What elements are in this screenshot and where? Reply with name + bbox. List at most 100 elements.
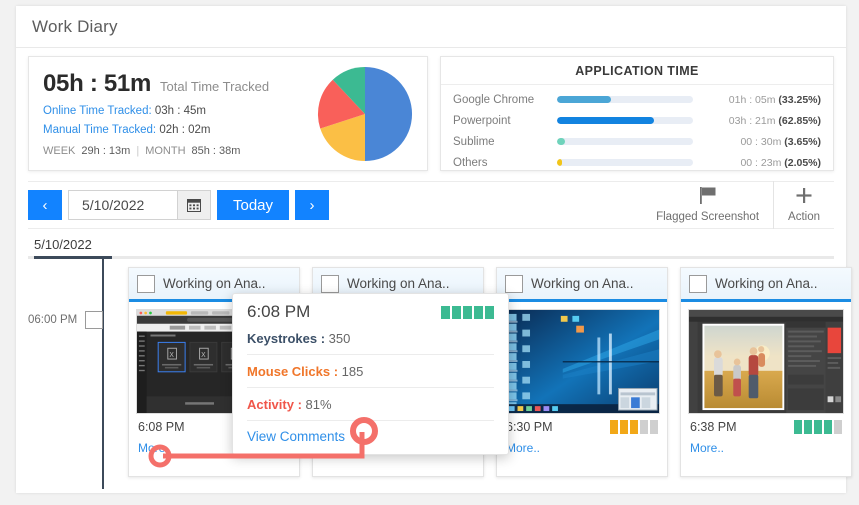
month-label: MONTH: [145, 145, 186, 157]
screenshot-select-checkbox[interactable]: [689, 274, 707, 293]
popup-activity-bar: [452, 305, 461, 319]
pie-slice-online-tracked: [365, 66, 413, 161]
screenshot-time: 6:08 PM: [138, 420, 185, 434]
calendar-icon[interactable]: [177, 191, 210, 219]
screenshot-more-link[interactable]: More..: [690, 441, 842, 455]
flagged-screenshot-button[interactable]: Flagged Screenshot: [642, 181, 773, 229]
activity-bar: [834, 420, 842, 434]
timeline-axis: [102, 259, 104, 489]
prev-day-button[interactable]: ‹: [28, 190, 62, 220]
screenshot-select-checkbox[interactable]: [137, 274, 155, 293]
popup-activity-bar: [485, 305, 494, 319]
application-bar-track: [557, 138, 693, 145]
screenshot-select-checkbox[interactable]: [505, 274, 523, 293]
view-comments-link[interactable]: View Comments: [247, 421, 494, 444]
page-header: Work Diary: [16, 6, 846, 48]
time-pie-chart: [313, 66, 417, 162]
date-input[interactable]: 5/10/2022: [69, 197, 177, 213]
timeline-hour-checkbox[interactable]: [85, 311, 104, 329]
application-percent: (33.25%): [778, 93, 821, 106]
popup-activity-row: Activity : 81%: [247, 388, 494, 421]
thumbnail-photo-editor: [689, 310, 843, 413]
calendar-icon-svg: [187, 199, 201, 212]
screenshot-footer-top: 6:38 PM: [690, 420, 842, 434]
next-day-button[interactable]: ›: [295, 190, 330, 220]
application-bar-track: [557, 117, 693, 124]
screenshot-detail-popup: 6:08 PM Keystrokes : 350 Mouse Clicks : …: [232, 293, 509, 455]
week-value: 29h : 13m: [81, 145, 131, 157]
screenshot-card-header: Working on Ana..: [497, 268, 667, 302]
app-root: Work Diary 05h : 51m Total Time Tracked …: [0, 0, 859, 505]
screenshot-select-checkbox[interactable]: [321, 274, 339, 293]
application-percent: (62.85%): [778, 114, 821, 127]
application-time-row: Others 00 : 23m (2.05%): [453, 152, 821, 173]
flagged-screenshot-label: Flagged Screenshot: [656, 211, 760, 223]
application-time-row: Google Chrome 01h : 05m (33.25%): [453, 89, 821, 110]
screenshot-card-header: Working on Ana..: [681, 268, 851, 302]
application-value: 00 : 23m (2.05%): [703, 157, 821, 169]
total-time-value: 05h : 51m: [43, 70, 152, 97]
screenshot-thumbnail[interactable]: [504, 309, 660, 414]
application-percent: (2.05%): [784, 156, 821, 169]
popup-clicks-value: 185: [341, 364, 364, 379]
action-label: Action: [788, 211, 820, 223]
screenshot-time: 6:30 PM: [506, 420, 553, 434]
activity-bar: [804, 420, 812, 434]
screenshot-card[interactable]: Working on Ana.. 6:38 PM More..: [680, 267, 852, 477]
application-duration: 00 : 23m: [740, 156, 782, 169]
day-group-header: 5/10/2022: [16, 229, 846, 256]
timeline-hour-tick: 06:00 PM: [28, 311, 104, 329]
popup-activity-label: Activity :: [247, 397, 302, 412]
popup-header: 6:08 PM: [247, 302, 494, 322]
popup-keystrokes-value: 350: [328, 331, 351, 346]
date-toolbar: ‹ 5/10/2022 Today › Flagged Screenshot A…: [28, 181, 834, 229]
manual-time-value: 02h : 02m: [159, 124, 211, 136]
manual-time-line: Manual Time Tracked: 02h : 02m: [43, 124, 313, 136]
screenshot-title: Working on Ana..: [347, 276, 450, 291]
popup-activity-bar: [463, 305, 472, 319]
online-time-line: Online Time Tracked: 03h : 45m: [43, 105, 313, 117]
application-duration: 01h : 05m: [728, 93, 776, 106]
screenshot-thumbnail[interactable]: [688, 309, 844, 414]
today-button[interactable]: Today: [217, 190, 290, 220]
screenshot-title: Working on Ana..: [163, 276, 266, 291]
activity-bar: [630, 420, 638, 434]
svg-text:X: X: [169, 352, 174, 359]
date-input-group[interactable]: 5/10/2022: [68, 190, 211, 220]
screenshot-card-footer: 6:38 PM More..: [681, 414, 851, 455]
timeline-hour-label: 06:00 PM: [28, 314, 78, 326]
pie-chart-svg: [317, 66, 413, 161]
screenshot-card-footer: 6:30 PM More..: [497, 414, 667, 455]
popup-activity-bar: [474, 305, 483, 319]
activity-bar: [650, 420, 658, 434]
application-name: Others: [453, 156, 488, 169]
screenshot-activity-bars: [794, 420, 842, 434]
toolbar-actions: Flagged Screenshot Action: [642, 181, 834, 229]
screenshot-time: 6:38 PM: [690, 420, 737, 434]
summary-row: 05h : 51m Total Time Tracked Online Time…: [16, 48, 846, 171]
screenshot-card[interactable]: Working on Ana.. 6:30 PM More..: [496, 267, 668, 477]
screenshot-activity-bars: [610, 420, 658, 434]
application-time-row: Sublime 00 : 30m (3.65%): [453, 131, 821, 152]
application-name: Google Chrome: [453, 93, 535, 106]
screenshot-more-link[interactable]: More..: [506, 441, 658, 455]
activity-bar: [794, 420, 802, 434]
flag-icon-svg: [699, 187, 716, 204]
application-bar-track: [557, 159, 693, 166]
application-value: 01h : 05m (33.25%): [703, 94, 821, 106]
application-time-card: APPLICATION TIME Google Chrome 01h : 05m …: [440, 56, 834, 171]
screenshot-footer-top: 6:30 PM: [506, 420, 658, 434]
application-bar-fill: [557, 117, 654, 124]
svg-text:X: X: [201, 352, 206, 359]
popup-activity-value: 81%: [305, 397, 332, 412]
week-month-separator: |: [136, 145, 140, 157]
week-month-line: WEEK 29h : 13m | MONTH 85h : 38m: [43, 145, 313, 157]
application-time-rows: Google Chrome 01h : 05m (33.25%) Powerpoin…: [441, 85, 833, 173]
time-summary-card: 05h : 51m Total Time Tracked Online Time…: [28, 56, 428, 171]
application-bar-fill: [557, 96, 612, 103]
plus-icon: [795, 187, 813, 208]
action-button[interactable]: Action: [773, 181, 834, 229]
total-time-line: 05h : 51m Total Time Tracked: [43, 70, 313, 98]
page-title: Work Diary: [32, 16, 118, 36]
screenshot-title: Working on Ana..: [531, 276, 634, 291]
